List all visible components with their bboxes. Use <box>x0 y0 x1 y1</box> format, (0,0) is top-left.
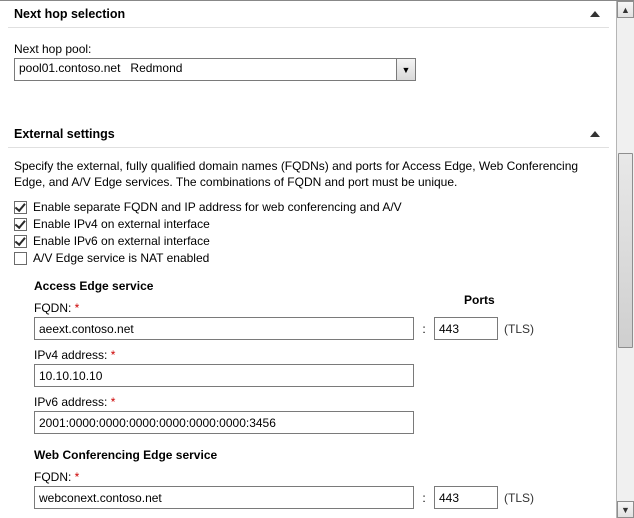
external-settings-section-title: External settings <box>14 127 115 141</box>
webconf-fqdn-label: FQDN: <box>34 470 71 484</box>
required-mark: * <box>107 348 115 362</box>
access-fqdn-input[interactable] <box>34 317 414 340</box>
access-edge-service-heading: Access Edge service <box>34 279 603 293</box>
enable-ipv4-external-checkbox[interactable] <box>14 218 27 231</box>
collapse-icon[interactable] <box>589 8 601 20</box>
access-fqdn-label: FQDN: <box>34 301 71 315</box>
dropdown-icon[interactable]: ▼ <box>396 59 415 80</box>
scroll-down-button[interactable]: ▼ <box>617 501 634 518</box>
next-hop-pool-label: Next hop pool: <box>14 42 603 56</box>
external-settings-section-header[interactable]: External settings <box>8 121 609 148</box>
next-hop-pool-select[interactable]: pool01.contoso.net Redmond ▼ <box>14 58 416 81</box>
enable-separate-fqdn-checkbox[interactable] <box>14 201 27 214</box>
webconf-port-input[interactable] <box>434 486 498 509</box>
access-ipv6-input[interactable] <box>34 411 414 434</box>
required-mark: * <box>71 301 79 315</box>
vertical-scrollbar[interactable]: ▲ ▼ <box>616 1 634 518</box>
webconf-fqdn-input[interactable] <box>34 486 414 509</box>
access-ipv4-label: IPv4 address: <box>34 348 107 362</box>
webconf-protocol-label: (TLS) <box>504 491 534 505</box>
enable-ipv6-external-checkbox[interactable] <box>14 235 27 248</box>
required-mark: * <box>71 470 79 484</box>
access-ipv4-input[interactable] <box>34 364 414 387</box>
next-hop-section-header[interactable]: Next hop selection <box>8 1 609 28</box>
enable-separate-fqdn-label: Enable separate FQDN and IP address for … <box>33 200 402 214</box>
scroll-thumb[interactable] <box>618 153 633 348</box>
next-hop-pool-value: pool01.contoso.net Redmond <box>15 59 396 80</box>
enable-ipv6-external-label: Enable IPv6 on external interface <box>33 234 210 248</box>
enable-ipv4-external-label: Enable IPv4 on external interface <box>33 217 210 231</box>
access-ipv6-label: IPv6 address: <box>34 395 107 409</box>
webconf-edge-service-heading: Web Conferencing Edge service <box>34 448 603 462</box>
required-mark: * <box>107 395 115 409</box>
access-port-input[interactable] <box>434 317 498 340</box>
access-protocol-label: (TLS) <box>504 322 534 336</box>
colon-separator: : <box>420 322 428 336</box>
scroll-track[interactable] <box>617 18 634 501</box>
next-hop-section-title: Next hop selection <box>14 7 125 21</box>
av-edge-nat-checkbox[interactable] <box>14 252 27 265</box>
external-settings-description: Specify the external, fully qualified do… <box>14 158 603 190</box>
colon-separator: : <box>420 491 428 505</box>
scroll-up-button[interactable]: ▲ <box>617 1 634 18</box>
collapse-icon[interactable] <box>589 128 601 140</box>
ports-column-header: Ports <box>464 293 495 307</box>
av-edge-nat-label: A/V Edge service is NAT enabled <box>33 251 209 265</box>
